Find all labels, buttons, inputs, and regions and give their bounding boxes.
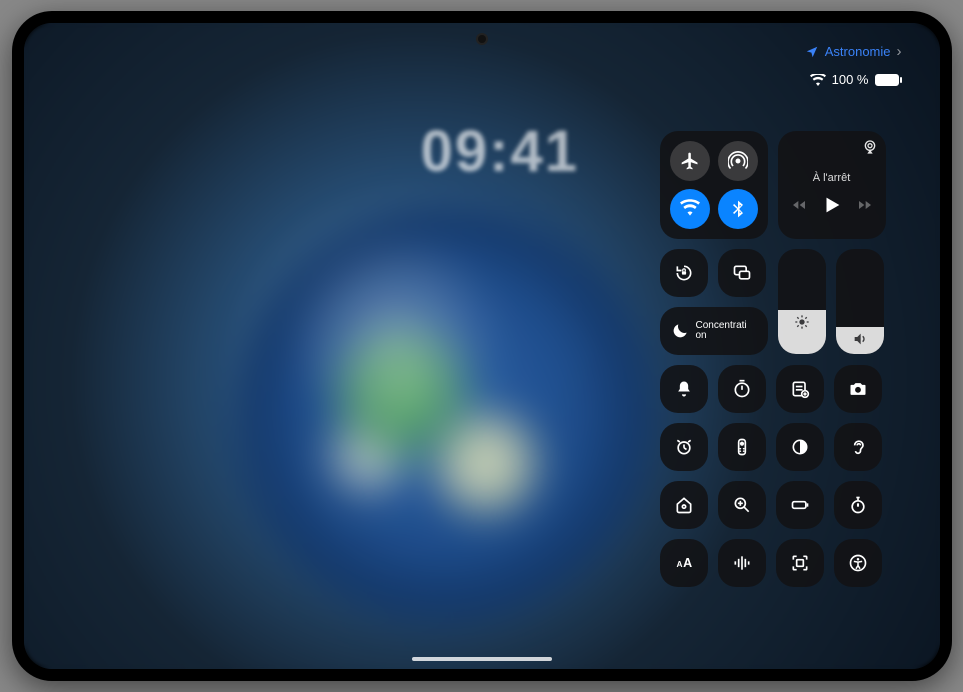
waveform-icon	[732, 553, 752, 573]
text-size-icon: AA	[674, 553, 694, 573]
media-module[interactable]: À l'arrêt	[778, 131, 886, 239]
accessibility-button[interactable]	[834, 539, 882, 587]
airplane-icon	[680, 151, 700, 171]
status-bar: Astronomie › 100 %	[805, 43, 902, 87]
dark-mode-button[interactable]	[776, 423, 824, 471]
play-icon[interactable]	[821, 194, 843, 216]
home-icon	[674, 495, 694, 515]
ear-icon	[848, 437, 868, 457]
accessibility-icon	[848, 553, 868, 573]
ipad-frame: 09:41 Astronomie › 100 %	[12, 11, 952, 681]
dark-mode-icon	[790, 437, 810, 457]
bluetooth-icon	[728, 199, 748, 219]
battery-icon	[790, 495, 810, 515]
timer-button[interactable]	[718, 365, 766, 413]
airplane-mode-toggle[interactable]	[670, 141, 710, 181]
note-add-icon	[790, 379, 810, 399]
rotation-lock-button[interactable]	[660, 249, 708, 297]
camera-button[interactable]	[834, 365, 882, 413]
active-app-pill[interactable]: Astronomie ›	[805, 43, 902, 60]
airdrop-icon	[728, 151, 748, 171]
lock-clock: 09:41	[421, 118, 579, 185]
focus-label: Concentration	[696, 321, 748, 342]
moon-icon	[670, 321, 690, 341]
camera-icon	[848, 379, 868, 399]
quick-note-button[interactable]	[776, 365, 824, 413]
focus-button[interactable]: Concentration	[660, 307, 768, 355]
volume-icon	[852, 331, 868, 347]
brightness-slider[interactable]	[778, 249, 826, 354]
scan-code-button[interactable]	[776, 539, 824, 587]
home-indicator[interactable]	[412, 657, 552, 661]
magnifier-button[interactable]	[718, 481, 766, 529]
airdrop-toggle[interactable]	[718, 141, 758, 181]
battery-percent-label: 100 %	[832, 72, 869, 87]
brightness-icon	[794, 314, 810, 330]
bluetooth-toggle[interactable]	[718, 189, 758, 229]
low-power-button[interactable]	[776, 481, 824, 529]
wifi-toggle[interactable]	[670, 189, 710, 229]
wifi-status-icon	[810, 74, 826, 86]
battery-icon	[875, 74, 902, 86]
location-arrow-icon	[805, 45, 819, 59]
text-size-button[interactable]: AA	[660, 539, 708, 587]
rewind-icon[interactable]	[791, 197, 807, 213]
screen-mirroring-button[interactable]	[718, 249, 766, 297]
front-camera	[478, 35, 486, 43]
silent-mode-button[interactable]	[660, 365, 708, 413]
timer-icon	[732, 379, 752, 399]
qr-scan-icon	[790, 553, 810, 573]
media-transport-controls	[791, 194, 873, 216]
forward-icon[interactable]	[857, 197, 873, 213]
home-button[interactable]	[660, 481, 708, 529]
connectivity-module[interactable]	[660, 131, 768, 239]
tv-remote-icon	[732, 437, 752, 457]
svg-text:A: A	[676, 559, 682, 569]
control-center: À l'arrêt	[660, 131, 895, 587]
airplay-audio-icon	[862, 139, 878, 155]
status-indicators: 100 %	[810, 72, 902, 87]
magnifier-icon	[732, 495, 752, 515]
screen-mirroring-icon	[732, 263, 752, 283]
hearing-button[interactable]	[834, 423, 882, 471]
stopwatch-icon	[848, 495, 868, 515]
media-status-label: À l'arrêt	[813, 172, 851, 184]
alarm-clock-icon	[674, 437, 694, 457]
voice-memo-button[interactable]	[718, 539, 766, 587]
chevron-right-icon: ›	[897, 43, 902, 60]
svg-text:A: A	[683, 556, 692, 570]
screen: 09:41 Astronomie › 100 %	[24, 23, 940, 669]
active-app-label: Astronomie	[825, 44, 891, 59]
volume-slider[interactable]	[836, 249, 884, 354]
alarm-button[interactable]	[660, 423, 708, 471]
rotation-lock-icon	[674, 263, 694, 283]
apple-tv-remote-button[interactable]	[718, 423, 766, 471]
bell-icon	[674, 379, 694, 399]
stopwatch-button[interactable]	[834, 481, 882, 529]
wifi-icon	[680, 199, 700, 219]
